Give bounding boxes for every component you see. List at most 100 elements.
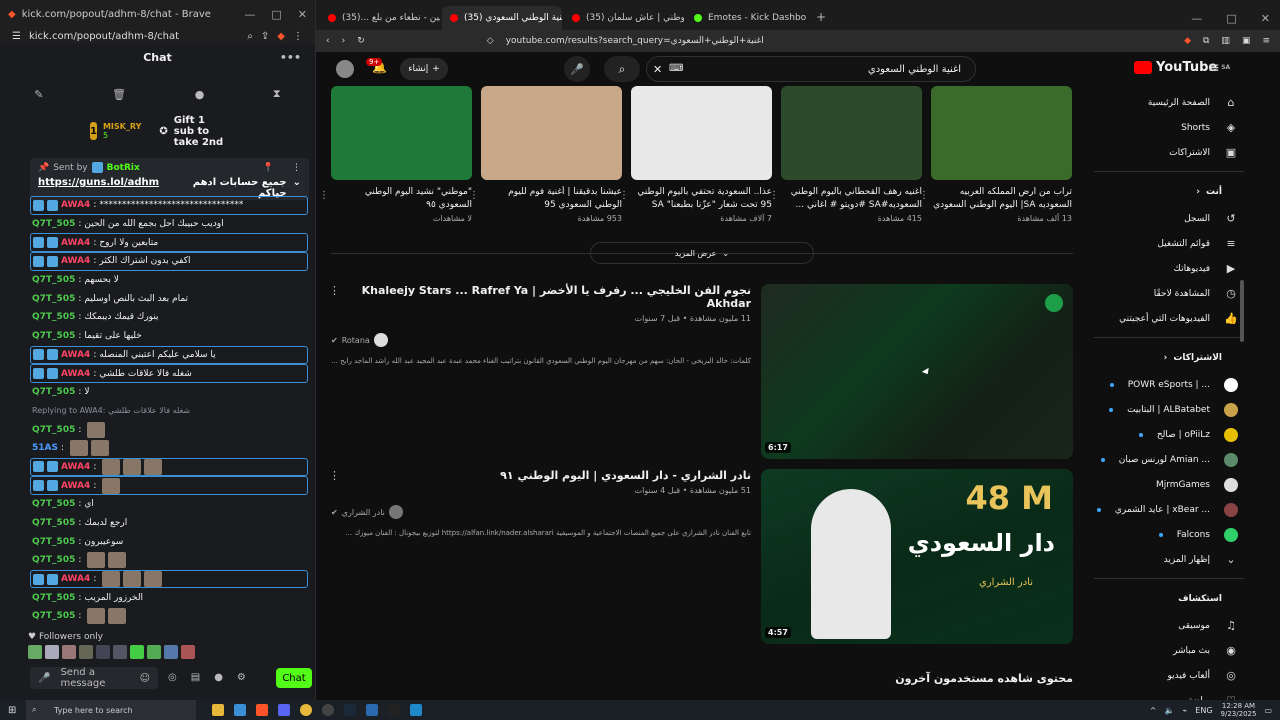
chat-username[interactable]: AWA4 — [61, 481, 90, 491]
shelf-thumbnail[interactable] — [331, 86, 472, 180]
bookmark-icon[interactable]: ◇ — [487, 36, 494, 46]
notification-center-icon[interactable]: ▭ — [1264, 706, 1272, 715]
emote[interactable] — [79, 645, 93, 659]
chat-username[interactable]: Q7T_505 — [32, 275, 75, 285]
channel-name[interactable]: Rotana — [342, 336, 370, 345]
chat-username[interactable]: Q7T_505 — [32, 611, 75, 621]
chat-bubble-icon[interactable]: ● — [214, 672, 223, 683]
chat-username[interactable]: AWA4 — [61, 462, 90, 472]
sidebar-show-more[interactable]: إظهار المزيد ⌄ — [1094, 547, 1244, 572]
store-icon[interactable]: ▤ — [191, 672, 200, 683]
emote[interactable] — [130, 645, 144, 659]
menu-icon[interactable]: ⋮ — [293, 31, 303, 42]
sidebar-item-main[interactable]: الاشتراكات ▣ — [1094, 140, 1244, 165]
channel-name[interactable]: نادر الشراري — [342, 508, 385, 517]
brave-shield-icon[interactable]: ◆ — [1184, 36, 1191, 46]
shelf-thumbnail[interactable] — [481, 86, 622, 180]
shelf-thumbnail[interactable] — [931, 86, 1072, 180]
delete-tool-icon[interactable]: 🗑 — [112, 88, 126, 101]
reload-icon[interactable]: ↻ — [357, 36, 365, 46]
chat-emote[interactable] — [87, 421, 106, 438]
shelf-video-title[interactable]: اغنيه رهف القحطاني باليوم الوطني السعودي… — [781, 186, 922, 212]
sidebar-subscription[interactable]: صالح | oPiiLz — [1094, 422, 1244, 447]
chat-message[interactable]: Q7T_505: — [0, 551, 315, 570]
search-input[interactable]: ✕ ⌨ اغنية الوطني السعودي — [646, 56, 976, 82]
forward-icon[interactable]: › — [342, 36, 346, 46]
sidebar-item-you[interactable]: قوائم التشغيل ≡ — [1094, 231, 1244, 256]
channel-row[interactable]: Rotana ✔ — [331, 333, 751, 347]
emote[interactable] — [62, 645, 76, 659]
emote[interactable] — [147, 645, 161, 659]
emote[interactable] — [181, 645, 195, 659]
chat-username[interactable]: AWA4 — [61, 350, 90, 360]
browser-tab[interactable]: (35) اغاني اليوم الوطني | عاش سلمان✕ — [564, 6, 684, 30]
shelf-video-title[interactable]: "موطني" نشيد اليوم الوطني السعودي ٩٥ — [331, 186, 472, 212]
chat-message[interactable]: Q7T_505: سوعيبرون — [0, 532, 315, 551]
close-icon[interactable]: ✕ — [1261, 12, 1270, 25]
mic-icon[interactable]: 🎤 — [38, 673, 50, 684]
chat-emote[interactable] — [102, 477, 121, 494]
chat-username[interactable]: Q7T_505 — [32, 518, 75, 528]
video-thumbnail[interactable]: 6:17 — [761, 284, 1073, 459]
shelf-video-card[interactable]: اغنيه رهف القحطاني باليوم الوطني السعودي… — [769, 86, 922, 223]
chat-address-bar[interactable]: ☰ kick.com/popout/adhm-8/chat ⌕ ⇪ ◆ ⋮ — [0, 28, 315, 44]
chat-message[interactable]: AWA4: اكفي بدون اشتراك الكثر — [30, 252, 308, 271]
emote[interactable] — [45, 645, 59, 659]
tray-chevron-icon[interactable]: ^ — [1150, 706, 1157, 715]
chat-username[interactable]: Q7T_505 — [32, 387, 75, 397]
chat-message[interactable]: AWA4: يا سلامي عليكم اعتبني المنصله — [30, 345, 308, 365]
clear-search-icon[interactable]: ✕ — [653, 63, 662, 76]
pinned-more-icon[interactable]: ⋮ — [292, 163, 301, 173]
chat-message[interactable]: Q7T_505: لا — [0, 383, 315, 402]
maximize-icon[interactable]: □ — [1226, 12, 1236, 25]
chat-message[interactable]: AWA4: ******************************** — [30, 196, 308, 215]
shelf-video-title[interactable]: عيشنا بدقيقنا | أغنية فوم لليوم الوطني ا… — [481, 186, 622, 212]
chat-username[interactable]: Q7T_505 — [32, 537, 75, 547]
store-icon[interactable] — [234, 704, 246, 716]
browser-tab[interactable]: Emotes - Kick Dashboard✕ — [686, 6, 806, 30]
voice-search-icon[interactable]: 🎤 — [564, 56, 590, 82]
search-button[interactable]: ⌕ — [604, 56, 640, 82]
chat-emote[interactable] — [144, 571, 163, 588]
chat-emote[interactable] — [102, 571, 121, 588]
chat-message[interactable]: Q7T_505: اي — [0, 495, 315, 514]
steam-client-icon[interactable] — [410, 704, 422, 716]
chat-username[interactable]: Q7T_505 — [32, 219, 75, 229]
sidebar-you-header[interactable]: › أنت — [1094, 178, 1244, 206]
network-icon[interactable]: ⌁ — [1182, 706, 1187, 715]
keyboard-icon[interactable]: ⌨ — [669, 63, 683, 74]
chat-username[interactable]: Q7T_505 — [32, 555, 75, 565]
new-tab-icon[interactable]: + — [808, 10, 834, 30]
sidebar-subscription[interactable]: عايد الشمري | xBear ... — [1094, 497, 1244, 522]
close-icon[interactable]: ✕ — [298, 8, 307, 21]
sidebar-item-you[interactable]: المشاهدة لاحقًا ◷ — [1094, 281, 1244, 306]
chat-emote[interactable] — [108, 608, 127, 625]
extensions-icon[interactable]: ⧉ — [1203, 36, 1209, 46]
chat-message[interactable]: AWA4: — [30, 457, 308, 477]
chat-username[interactable]: AWA4 — [61, 200, 90, 210]
chat-username[interactable]: Q7T_505 — [32, 499, 75, 509]
chat-username[interactable]: AWA4 — [61, 369, 90, 379]
chat-username[interactable]: AWA4 — [61, 256, 90, 266]
chat-message[interactable]: Q7T_505: لا بحسهم — [0, 271, 315, 290]
obs-icon[interactable] — [322, 704, 334, 716]
shelf-video-card[interactable]: تراب من ارض المملكه العربيه السعوديه SA|… — [919, 86, 1072, 223]
system-clock[interactable]: 12:28 AM 9/23/2025 — [1221, 702, 1257, 718]
windows-start-icon[interactable]: ⊞ — [8, 705, 16, 716]
account-avatar[interactable] — [336, 60, 354, 78]
chat-message[interactable]: Q7T_505: — [0, 420, 315, 439]
chat-emote[interactable] — [123, 571, 142, 588]
chat-username[interactable]: Q7T_505 — [32, 425, 75, 435]
browser-tab[interactable]: سعوديين - نطعاء من بلع ...(35)#✕ — [320, 6, 440, 30]
shelf-thumbnail[interactable] — [781, 86, 922, 180]
video-title[interactable]: نادر الشراري - دار السعودي | اليوم الوطن… — [331, 469, 751, 482]
shelf-video-title[interactable]: تراب من ارض المملكه العربيه السعوديه SA|… — [931, 186, 1072, 212]
chat-username[interactable]: Q7T_505 — [32, 593, 75, 603]
shelf-video-title[interactable]: عذا.. السعودية تحتفي باليوم الوطني 95 تح… — [631, 186, 772, 212]
chat-message[interactable]: AWA4: شغله فالا علاقات طلشي — [30, 364, 308, 383]
address-bar[interactable]: ‹ › ↻ ◇ youtube.com/results?search_query… — [316, 30, 1280, 52]
url-text[interactable]: youtube.com/results?search_query=اغنية+ا… — [506, 36, 764, 46]
chat-message[interactable]: 51AS: — [0, 439, 315, 458]
sidebar-item-you[interactable]: السجل ↺ — [1094, 206, 1244, 231]
site-info-icon[interactable]: ☰ — [12, 31, 21, 42]
